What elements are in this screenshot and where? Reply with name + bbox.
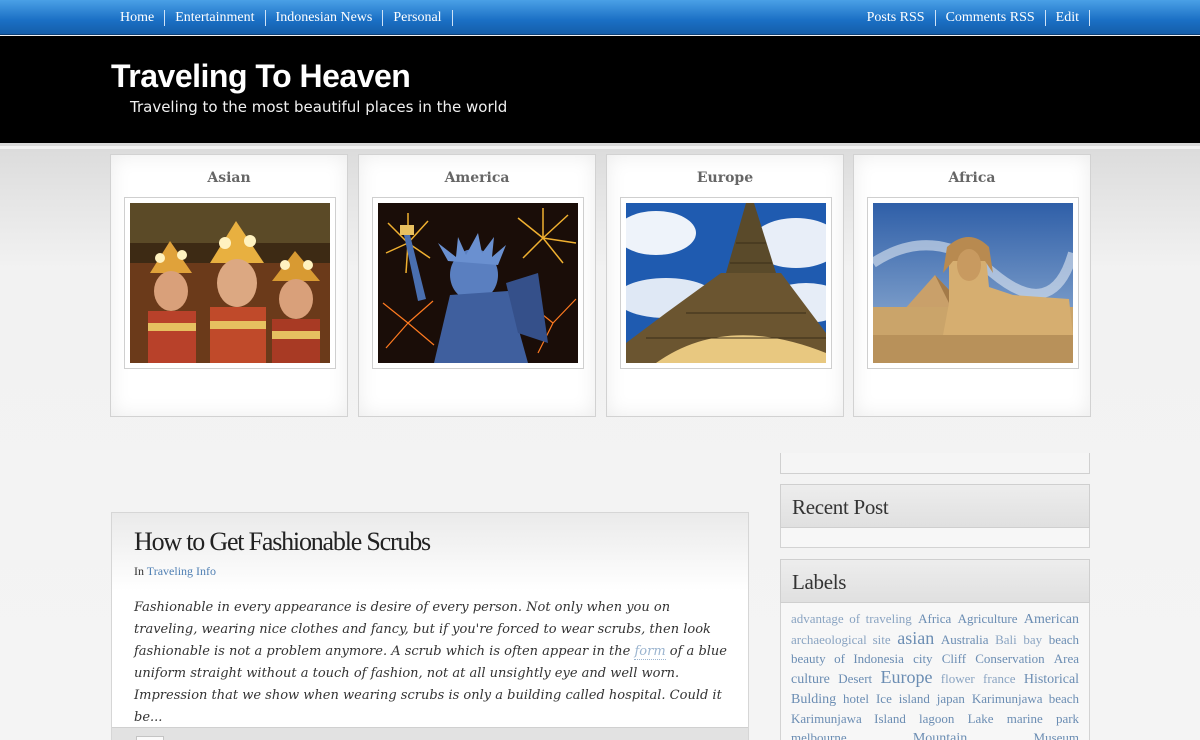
label-link[interactable]: Africa [918, 611, 951, 626]
primary-nav: Home Entertainment Indonesian News Perso… [110, 0, 453, 35]
post-meta-prefix: In [134, 564, 144, 578]
label-link[interactable]: Bali [995, 632, 1017, 647]
label-link[interactable]: asian [897, 628, 934, 648]
post-footer [112, 727, 748, 740]
label-link[interactable]: Museum [1034, 730, 1080, 740]
recent-post-widget-header: Recent Post [780, 484, 1090, 528]
post-footer-button[interactable] [136, 736, 164, 740]
label-link[interactable]: france [983, 671, 1015, 686]
post-title-link[interactable]: How to Get Fashionable Scrubs [134, 527, 431, 557]
label-link[interactable]: flower [941, 671, 975, 686]
featured-title: Europe [696, 170, 754, 186]
site-header: Traveling To Heaven Traveling to the mos… [0, 36, 1200, 146]
label-link[interactable]: Area [1054, 651, 1079, 666]
label-link[interactable]: Cliff [942, 651, 966, 666]
label-link[interactable]: city [913, 651, 933, 666]
featured-box-africa[interactable]: Africa [853, 154, 1091, 417]
label-link[interactable]: Australia [941, 632, 989, 647]
post-excerpt-text: Fashionable in every appearance is desir… [134, 600, 711, 659]
label-link[interactable]: island [899, 691, 930, 706]
edit-link[interactable]: Edit [1046, 9, 1090, 26]
label-link[interactable]: Conservation [975, 651, 1044, 666]
featured-title: Africa [948, 170, 996, 186]
site-tagline: Traveling to the most beautiful places i… [130, 98, 508, 116]
label-link[interactable]: melbourne [791, 730, 847, 740]
posts-rss-link[interactable]: Posts RSS [857, 9, 936, 26]
label-link[interactable]: marine [1007, 711, 1043, 726]
label-link[interactable]: Mountain [913, 731, 967, 740]
comments-rss-link[interactable]: Comments RSS [936, 9, 1046, 26]
top-navigation-bar: Home Entertainment Indonesian News Perso… [0, 0, 1200, 35]
featured-box-america[interactable]: America [358, 154, 596, 417]
blog-post: How to Get Fashionable Scrubs In Traveli… [111, 512, 749, 740]
featured-image-frame [867, 197, 1079, 369]
featured-box-asian[interactable]: Asian [110, 154, 348, 417]
label-link[interactable]: beauty of Indonesia [791, 651, 904, 666]
label-link[interactable]: Ice [876, 691, 892, 706]
balinese-dancers-photo[interactable] [130, 203, 330, 363]
label-link[interactable]: japan [937, 691, 965, 706]
nav-home-link[interactable]: Home [110, 9, 166, 26]
secondary-nav: Posts RSS Comments RSS Edit [857, 0, 1090, 35]
label-link[interactable]: lagoon [919, 711, 954, 726]
post-inline-link[interactable]: form [634, 644, 666, 660]
featured-title: Asian [207, 170, 251, 186]
eiffel-tower-photo[interactable] [626, 203, 826, 363]
label-cloud: advantage of traveling Africa Agricultur… [791, 609, 1079, 740]
label-link[interactable]: park [1056, 711, 1079, 726]
label-link[interactable]: bay [1023, 632, 1042, 647]
nav-entertainment-link[interactable]: Entertainment [165, 9, 266, 26]
sidebar-top-strip [780, 453, 1090, 474]
label-link[interactable]: Agriculture [958, 611, 1018, 626]
label-link[interactable]: hotel [843, 691, 869, 706]
featured-image-frame [620, 197, 832, 369]
nav-personal-link[interactable]: Personal [383, 9, 453, 26]
site-title[interactable]: Traveling To Heaven [111, 58, 411, 95]
label-link[interactable]: Europe [880, 667, 932, 687]
recent-post-widget-body [780, 528, 1090, 548]
post-excerpt: Fashionable in every appearance is desir… [134, 597, 730, 729]
post-meta: In Traveling Info [134, 564, 216, 579]
featured-title: America [444, 170, 510, 186]
label-link[interactable]: Desert [838, 671, 872, 686]
sphinx-pyramid-photo[interactable] [873, 203, 1073, 363]
label-link[interactable]: American [1024, 612, 1079, 627]
label-link[interactable]: culture [791, 672, 830, 687]
post-category-link[interactable]: Traveling Info [147, 564, 216, 578]
nav-indonesian-news-link[interactable]: Indonesian News [266, 9, 384, 26]
labels-widget-body: advantage of traveling Africa Agricultur… [780, 603, 1090, 740]
label-link[interactable]: advantage of traveling [791, 611, 912, 626]
label-link[interactable]: Lake [968, 711, 994, 726]
featured-image-frame [124, 197, 336, 369]
statue-of-liberty-fireworks-photo[interactable] [378, 203, 578, 363]
label-link[interactable]: archaeological site [791, 632, 891, 647]
labels-widget-header: Labels [780, 559, 1090, 603]
featured-box-europe[interactable]: Europe [606, 154, 844, 417]
label-link[interactable]: Karimunjawa Island [791, 711, 906, 726]
recent-post-title: Recent Post [792, 495, 889, 519]
labels-title: Labels [792, 570, 847, 594]
label-link[interactable]: beach [1049, 632, 1079, 647]
label-link[interactable]: Karimunjawa beach [972, 691, 1079, 706]
featured-image-frame [372, 197, 584, 369]
